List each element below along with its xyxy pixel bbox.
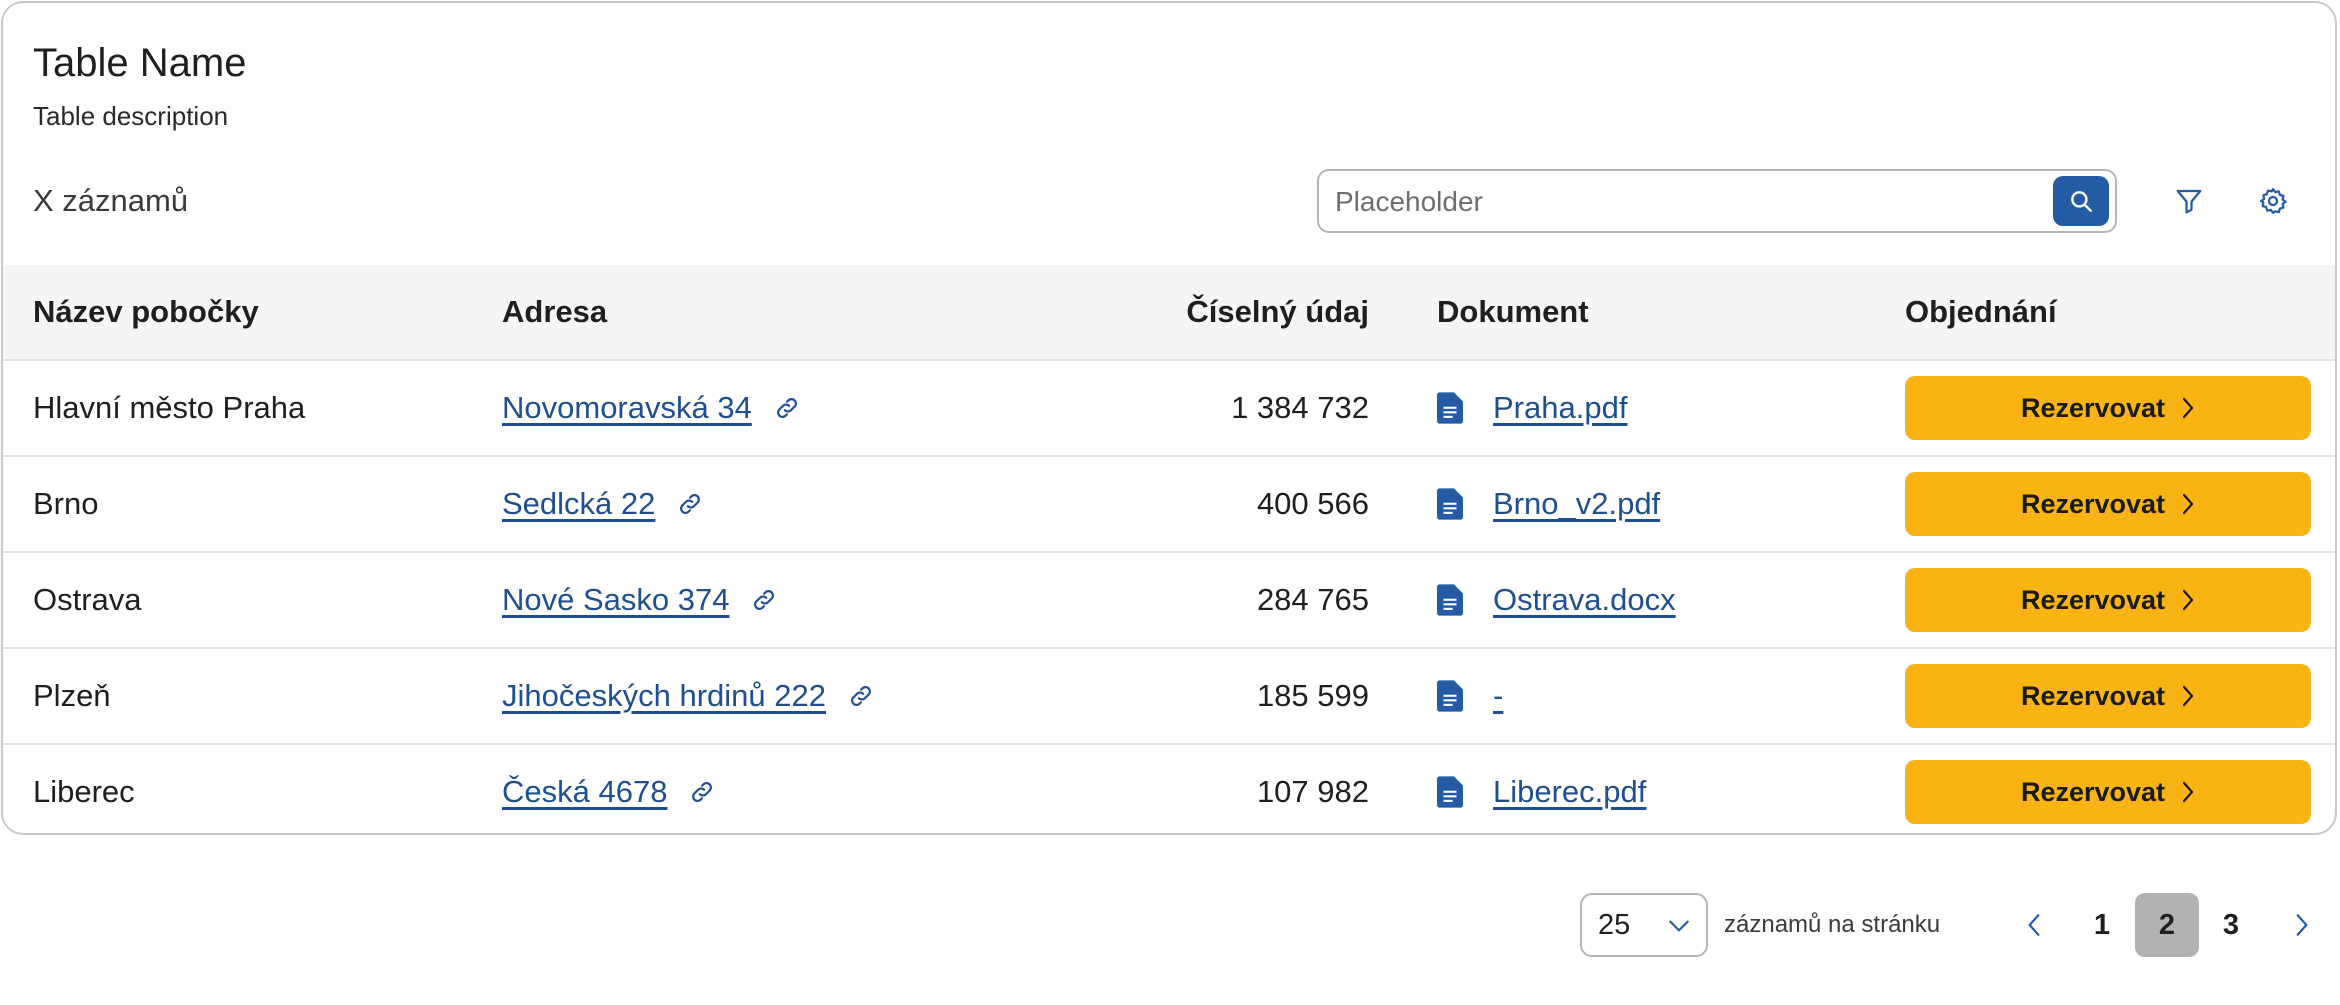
link-icon[interactable]: [689, 779, 715, 805]
document-link[interactable]: -: [1493, 678, 1503, 714]
table-title: Table Name: [33, 41, 247, 85]
order-cell: Rezervovat: [1905, 745, 2311, 833]
order-cell: Rezervovat: [1905, 361, 2311, 455]
chevron-right-icon: [2165, 492, 2195, 516]
reserve-button-label: Rezervovat: [2020, 680, 2166, 711]
page-button-3[interactable]: 3: [2199, 893, 2263, 957]
address-link[interactable]: Sedlcká 22: [502, 486, 655, 522]
document-icon: [1437, 488, 1465, 520]
branch-name: Brno: [33, 486, 99, 521]
record-count: X záznamů: [33, 183, 189, 218]
document-cell: Brno_v2.pdf: [1437, 457, 1660, 551]
branch-name: Hlavní město Praha: [33, 390, 306, 425]
column-header-order[interactable]: Objednání: [1905, 265, 2057, 359]
search-box: [1317, 169, 2117, 233]
per-page-value: 25: [1598, 909, 1631, 941]
address-cell: Jihočeských hrdinů 222: [502, 649, 874, 743]
settings-button[interactable]: [2255, 183, 2291, 219]
search-button[interactable]: [2053, 176, 2109, 226]
previous-page-button[interactable]: [2014, 893, 2054, 957]
order-cell: Rezervovat: [1905, 457, 2311, 551]
table-row: Plzeň Jihočeských hrdinů 222 185 599 - R…: [3, 649, 2335, 745]
address-cell: Sedlcká 22: [502, 457, 703, 551]
reserve-button-label: Rezervovat: [2020, 776, 2166, 807]
reserve-button-label: Rezervovat: [2020, 392, 2166, 423]
data-table-card: Table Name Table description X záznamů N…: [1, 1, 2337, 835]
column-header-name[interactable]: Název pobočky: [33, 265, 259, 359]
chevron-left-icon: [2026, 912, 2042, 938]
order-cell: Rezervovat: [1905, 649, 2311, 743]
chevron-right-icon: [2165, 396, 2195, 420]
address-link[interactable]: Česká 4678: [502, 774, 667, 810]
search-input[interactable]: [1333, 171, 2037, 233]
address-link[interactable]: Novomoravská 34: [502, 390, 752, 426]
link-icon[interactable]: [774, 395, 800, 421]
chevron-right-icon: [2165, 684, 2195, 708]
numeric-value: 284 765: [1256, 582, 1369, 617]
link-icon[interactable]: [751, 587, 777, 613]
chevron-right-icon: [2165, 588, 2195, 612]
table-row: Liberec Česká 4678 107 982 Liberec.pdf R…: [3, 745, 2335, 833]
numeric-value: 107 982: [1256, 774, 1369, 809]
table-row: Brno Sedlcká 22 400 566 Brno_v2.pdf Reze…: [3, 457, 2335, 553]
per-page-select[interactable]: 25: [1580, 893, 1708, 957]
chevron-right-icon: [2165, 780, 2195, 804]
branch-name: Plzeň: [33, 678, 111, 713]
table-description: Table description: [33, 101, 229, 131]
document-link[interactable]: Ostrava.docx: [1493, 582, 1676, 618]
address-link[interactable]: Jihočeských hrdinů 222: [502, 678, 826, 714]
next-page-button[interactable]: [2282, 893, 2322, 957]
reserve-button[interactable]: Rezervovat: [1905, 664, 2311, 728]
numeric-value: 1 384 732: [1231, 390, 1369, 425]
column-header-number[interactable]: Číselný údaj: [1186, 265, 1369, 359]
numeric-value: 185 599: [1256, 678, 1369, 713]
gear-icon: [2258, 186, 2288, 216]
chevron-down-icon: [1666, 913, 1692, 944]
address-cell: Česká 4678: [502, 745, 715, 833]
page-button-1[interactable]: 1: [2070, 893, 2134, 957]
column-header-address[interactable]: Adresa: [502, 265, 607, 359]
address-cell: Nové Sasko 374: [502, 553, 777, 647]
page-button-2[interactable]: 2: [2135, 893, 2199, 957]
reserve-button-label: Rezervovat: [2020, 488, 2166, 519]
chevron-right-icon: [2294, 912, 2310, 938]
document-icon: [1437, 680, 1465, 712]
numeric-value: 400 566: [1256, 486, 1369, 521]
reserve-button[interactable]: Rezervovat: [1905, 760, 2311, 824]
branch-name: Ostrava: [33, 582, 142, 617]
link-icon[interactable]: [848, 683, 874, 709]
address-link[interactable]: Nové Sasko 374: [502, 582, 729, 618]
document-cell: Ostrava.docx: [1437, 553, 1676, 647]
document-cell: Liberec.pdf: [1437, 745, 1646, 833]
reserve-button-label: Rezervovat: [2020, 584, 2166, 615]
document-link[interactable]: Liberec.pdf: [1493, 774, 1646, 810]
document-link[interactable]: Praha.pdf: [1493, 390, 1627, 426]
table-header-row: Název pobočky Adresa Číselný údaj Dokume…: [3, 265, 2335, 361]
per-page-label: záznamů na stránku: [1724, 911, 1941, 938]
table-row: Hlavní město Praha Novomoravská 34 1 384…: [3, 361, 2335, 457]
reserve-button[interactable]: Rezervovat: [1905, 376, 2311, 440]
column-header-document[interactable]: Dokument: [1437, 265, 1589, 359]
table-row: Ostrava Nové Sasko 374 284 765 Ostrava.d…: [3, 553, 2335, 649]
document-cell: -: [1437, 649, 1503, 743]
document-icon: [1437, 776, 1465, 808]
filter-icon: [2174, 186, 2204, 216]
branch-name: Liberec: [33, 774, 135, 809]
reserve-button[interactable]: Rezervovat: [1905, 472, 2311, 536]
link-icon[interactable]: [677, 491, 703, 517]
search-icon: [2068, 188, 2094, 214]
document-cell: Praha.pdf: [1437, 361, 1627, 455]
document-icon: [1437, 392, 1465, 424]
filter-button[interactable]: [2171, 183, 2207, 219]
reserve-button[interactable]: Rezervovat: [1905, 568, 2311, 632]
address-cell: Novomoravská 34: [502, 361, 800, 455]
order-cell: Rezervovat: [1905, 553, 2311, 647]
document-link[interactable]: Brno_v2.pdf: [1493, 486, 1660, 522]
document-icon: [1437, 584, 1465, 616]
